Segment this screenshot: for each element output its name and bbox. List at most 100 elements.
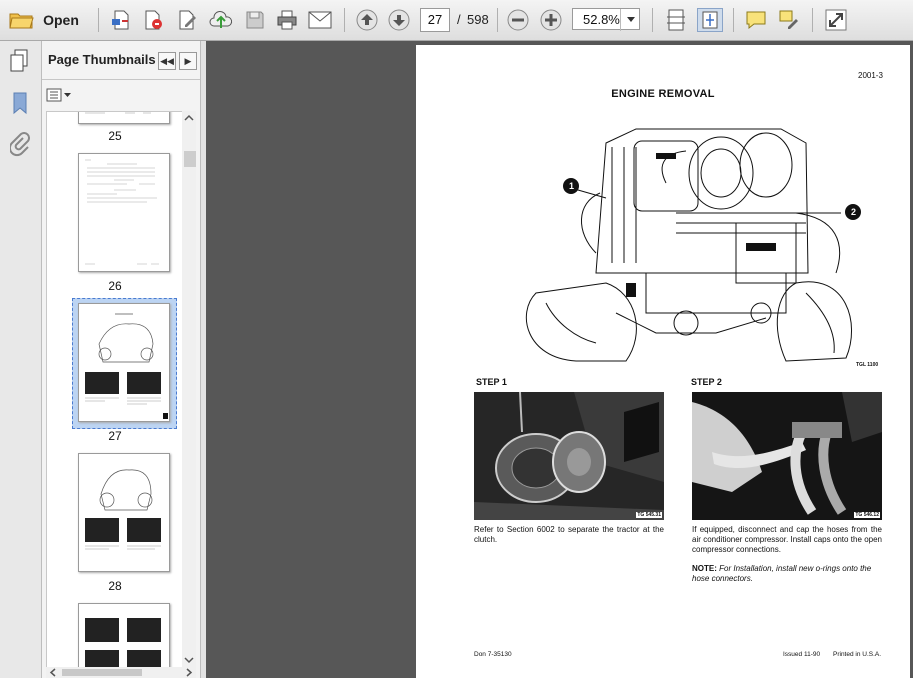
bookmarks-rail-button[interactable]: [6, 89, 34, 117]
page-code: 2001-3: [858, 71, 883, 80]
upload-cloud-icon: [209, 11, 233, 28]
comment-icon: [746, 11, 766, 30]
thumbnail-label: 25: [108, 129, 122, 143]
thumbnail-page[interactable]: [78, 112, 170, 124]
note-label: NOTE:: [692, 564, 717, 573]
step2-photo: TG 546.12: [692, 392, 882, 520]
print-button[interactable]: [274, 8, 300, 32]
email-icon: [308, 11, 332, 29]
page-preview-image: [85, 112, 151, 114]
thumbnail-page[interactable]: [78, 153, 170, 272]
step1-heading: STEP 1: [476, 377, 507, 387]
engine-removal-illustration: [525, 128, 861, 362]
attachments-rail-button[interactable]: [6, 131, 34, 159]
fit-page-icon: [702, 11, 718, 29]
toolbar-separator: [733, 8, 734, 32]
options-menu-icon: [46, 88, 71, 102]
thumbnail-options-button[interactable]: [46, 86, 76, 104]
step2-photo-image: [692, 392, 882, 520]
highlight-icon: [779, 10, 798, 29]
convert-pdf-icon: [145, 10, 162, 30]
footer-printed: Printed in U.S.A.: [833, 651, 882, 658]
paperclip-icon: [10, 132, 30, 157]
thumbnail-vertical-scrollbar[interactable]: [182, 111, 196, 667]
fit-page-button[interactable]: [697, 8, 723, 32]
zoom-out-button[interactable]: [505, 8, 531, 32]
comment-button[interactable]: [743, 8, 769, 32]
zoom-out-icon: [507, 9, 529, 31]
scroll-right-icon: [186, 668, 193, 677]
scroll-left-icon: [49, 668, 56, 677]
expand-panel-button[interactable]: ▶: [179, 52, 197, 70]
email-button[interactable]: [306, 8, 334, 32]
scrollbar-thumb[interactable]: [184, 151, 196, 167]
page-up-button[interactable]: [354, 8, 380, 32]
thumbnail-list: 25 26 27 28: [46, 111, 184, 669]
toolbar-separator: [497, 8, 498, 32]
note-text: For Installation, install new o-rings on…: [692, 564, 872, 583]
fullscreen-button[interactable]: [822, 8, 850, 32]
open-button[interactable]: Open: [8, 8, 80, 32]
pages-icon: [10, 49, 28, 72]
step1-photo: TG 545.31: [474, 392, 664, 520]
panel-header: Page Thumbnails ◀◀ ▶: [42, 41, 200, 80]
figure-tag: TGL 1100: [856, 362, 879, 368]
convert-pdf-button[interactable]: [140, 8, 166, 32]
upload-cloud-button[interactable]: [208, 8, 234, 32]
double-chevron-left-icon: ◀◀: [160, 55, 174, 66]
scroll-down-icon: [184, 657, 194, 664]
save-button[interactable]: [242, 8, 268, 32]
page-preview-image: [85, 469, 161, 550]
chevron-right-icon: ▶: [184, 55, 192, 66]
step2-text: If equipped, disconnect and cap the hose…: [692, 525, 882, 554]
pdf-page: 2001-3 ENGINE REMOVAL 1 2 TGL 1100 STEP …: [416, 45, 910, 678]
thumbnail-page[interactable]: [78, 453, 170, 572]
toolbar-separator: [812, 8, 813, 32]
thumbnail-page-selected[interactable]: [78, 303, 170, 422]
page-number-input[interactable]: 27: [420, 8, 450, 32]
footer-issued: Issued 11-90: [783, 651, 821, 658]
toolbar-separator: [98, 8, 99, 32]
scroll-up-icon: [184, 114, 194, 121]
chevron-down-icon: [627, 17, 635, 22]
thumbnail-horizontal-scrollbar[interactable]: [46, 667, 196, 678]
edit-pdf-button[interactable]: [174, 8, 200, 32]
thumbnail-label: 28: [108, 579, 122, 593]
page-up-icon: [356, 9, 378, 31]
step1-text: Refer to Section 6002 to separate the tr…: [474, 525, 664, 544]
zoom-in-button[interactable]: [538, 8, 564, 32]
create-pdf-button[interactable]: [108, 8, 134, 32]
zoom-dropdown-button[interactable]: [620, 9, 641, 31]
page-thumbnails-rail-button[interactable]: [6, 47, 34, 75]
open-folder-icon: [9, 13, 34, 29]
step2-heading: STEP 2: [691, 377, 722, 387]
navigation-rail: [0, 41, 42, 678]
open-label: Open: [43, 12, 79, 28]
page-thumbnails-panel: Page Thumbnails ◀◀ ▶ 25 26 27 28: [42, 41, 201, 678]
highlight-button[interactable]: [776, 8, 802, 32]
toolbar-separator: [652, 8, 653, 32]
fit-width-icon: [667, 9, 685, 31]
fit-width-button[interactable]: [663, 8, 689, 32]
collapse-panel-button[interactable]: ◀◀: [158, 52, 176, 70]
page-preview-image: [85, 313, 168, 419]
page-down-button[interactable]: [386, 8, 412, 32]
scrollbar-thumb[interactable]: [62, 669, 142, 676]
step1-photo-tag: TG 545.31: [636, 512, 662, 518]
panel-title: Page Thumbnails: [48, 52, 156, 67]
page-title: ENGINE REMOVAL: [611, 88, 715, 100]
edit-pdf-icon: [179, 10, 196, 30]
callout-2: 2: [851, 207, 857, 217]
zoom-in-icon: [540, 9, 562, 31]
create-pdf-icon: [112, 10, 129, 30]
toolbar-separator: [344, 8, 345, 32]
step2-photo-tag: TG 546.12: [854, 512, 880, 518]
page-preview-image: [85, 618, 161, 668]
fullscreen-icon: [825, 9, 847, 31]
footer-document-number: Don 7-35130: [474, 651, 512, 658]
thumbnail-page[interactable]: [78, 603, 170, 668]
page-preview-image: [85, 159, 159, 265]
thumbnail-label: 27: [108, 429, 122, 443]
page-down-icon: [388, 9, 410, 31]
thumbnail-label: 26: [108, 279, 122, 293]
